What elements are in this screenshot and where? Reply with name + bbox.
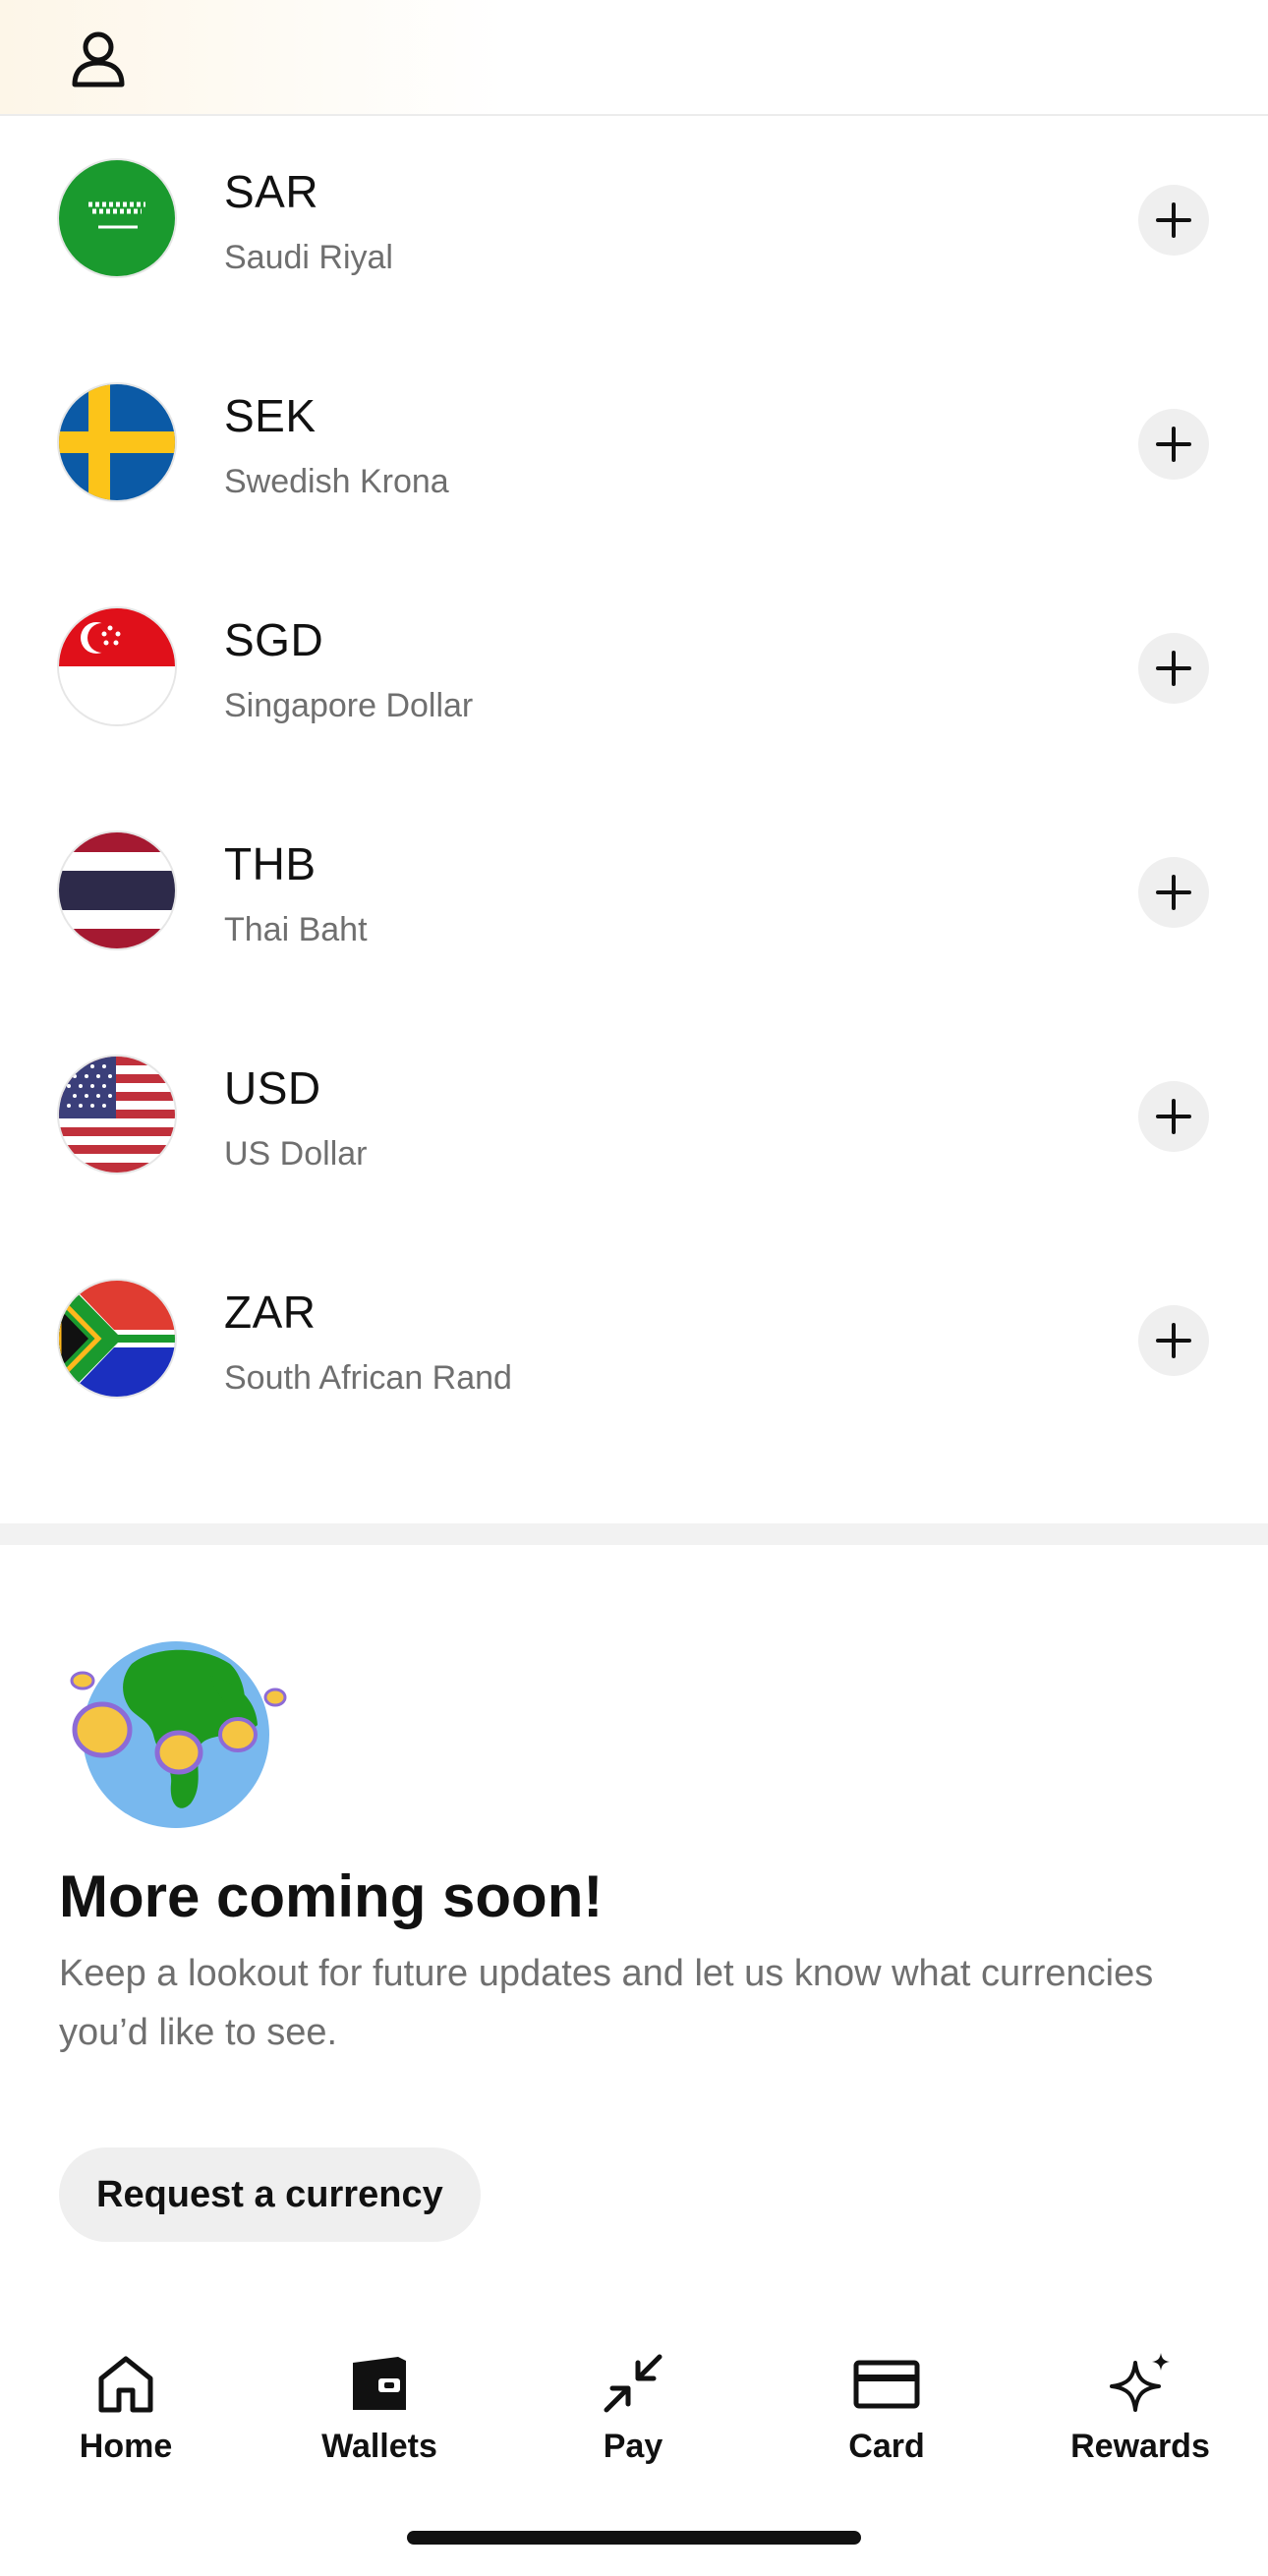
- home-icon: [98, 2356, 153, 2413]
- singapore-flag-icon: [59, 608, 175, 724]
- home-indicator: [407, 2531, 861, 2545]
- pay-arrows-icon: [604, 2354, 663, 2413]
- currency-list: SAR Saudi Riyal SEK Swedish Krona SGD Si…: [0, 116, 1268, 1460]
- nav-label: Pay: [603, 2428, 663, 2465]
- currency-code: SGD: [224, 614, 324, 665]
- add-currency-button[interactable]: [1138, 185, 1209, 256]
- nav-label: Wallets: [321, 2428, 437, 2465]
- currency-code: SAR: [224, 166, 319, 217]
- currency-code: SEK: [224, 390, 317, 441]
- currency-name: Singapore Dollar: [224, 687, 474, 724]
- top-bar: [0, 0, 1268, 116]
- card-icon: [853, 2360, 920, 2409]
- thailand-flag-icon: [59, 832, 175, 948]
- nav-label: Rewards: [1070, 2428, 1210, 2465]
- plus-icon: [1156, 202, 1191, 238]
- nav-wallets[interactable]: Wallets: [281, 2329, 478, 2487]
- currency-code: USD: [224, 1062, 321, 1114]
- currency-row-zar[interactable]: ZAR South African Rand: [0, 1236, 1268, 1460]
- currency-row-sek[interactable]: SEK Swedish Krona: [0, 340, 1268, 564]
- currency-name: US Dollar: [224, 1135, 368, 1173]
- currency-name: South African Rand: [224, 1359, 512, 1397]
- page: SAR Saudi Riyal SEK Swedish Krona SGD Si…: [0, 0, 1268, 2576]
- plus-icon: [1156, 427, 1191, 462]
- plus-icon: [1156, 1099, 1191, 1134]
- add-currency-button[interactable]: [1138, 409, 1209, 480]
- usa-flag-icon: [59, 1057, 175, 1173]
- sparkle-icon: [1110, 2353, 1170, 2412]
- currency-row-sar[interactable]: SAR Saudi Riyal: [0, 116, 1268, 340]
- currency-row-usd[interactable]: USD US Dollar: [0, 1012, 1268, 1236]
- currency-name: Swedish Krona: [224, 463, 449, 500]
- wallet-icon: [353, 2357, 406, 2410]
- section-divider: [0, 1523, 1268, 1545]
- plus-icon: [1156, 1323, 1191, 1358]
- nav-label: Home: [79, 2428, 173, 2465]
- profile-button[interactable]: [59, 20, 138, 98]
- plus-icon: [1156, 875, 1191, 910]
- add-currency-button[interactable]: [1138, 633, 1209, 704]
- person-icon: [72, 31, 125, 87]
- currency-row-sgd[interactable]: SGD Singapore Dollar: [0, 564, 1268, 788]
- add-currency-button[interactable]: [1138, 1081, 1209, 1152]
- nav-card[interactable]: Card: [788, 2329, 985, 2487]
- currency-name: Thai Baht: [224, 911, 368, 948]
- coming-soon-text: Keep a lookout for future updates and le…: [59, 1953, 1154, 2053]
- add-currency-button[interactable]: [1138, 1305, 1209, 1376]
- plus-icon: [1156, 651, 1191, 686]
- nav-rewards[interactable]: Rewards: [1042, 2329, 1239, 2487]
- add-currency-button[interactable]: [1138, 857, 1209, 928]
- saudi-arabia-flag-icon: [59, 160, 175, 276]
- request-currency-button[interactable]: Request a currency: [59, 2147, 481, 2242]
- currency-name: Saudi Riyal: [224, 239, 393, 276]
- nav-home[interactable]: Home: [28, 2329, 224, 2487]
- bottom-navigation: Home Wallets Pay Card Rewards: [0, 2329, 1268, 2487]
- coming-soon-title: More coming soon!: [59, 1863, 604, 1929]
- nav-label: Card: [848, 2428, 925, 2465]
- globe-coins-icon: [70, 1641, 287, 1828]
- sweden-flag-icon: [59, 384, 175, 500]
- south-africa-flag-icon: [59, 1281, 175, 1397]
- nav-pay[interactable]: Pay: [535, 2329, 731, 2487]
- currency-code: ZAR: [224, 1287, 317, 1338]
- currency-row-thb[interactable]: THB Thai Baht: [0, 788, 1268, 1012]
- currency-code: THB: [224, 838, 317, 889]
